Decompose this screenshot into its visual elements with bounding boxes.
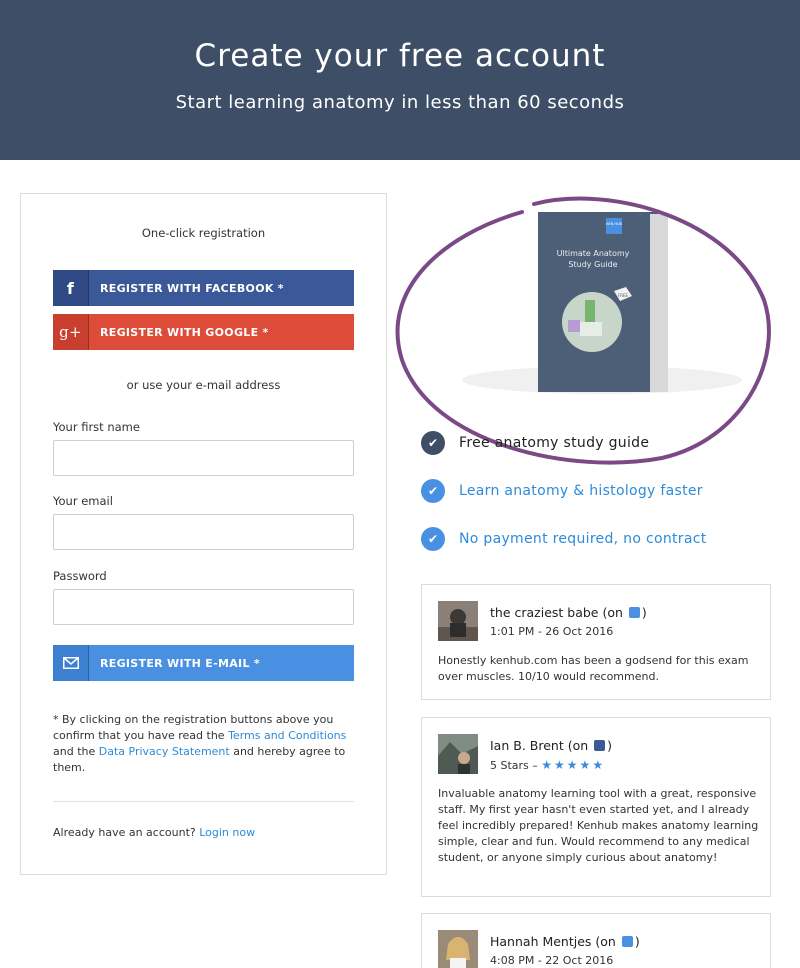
reviewer-name: Hannah Mentjes (on ) <box>490 934 640 949</box>
review-card: Hannah Mentjes (on ) 4:08 PM - 22 Oct 20… <box>421 913 771 968</box>
check-icon: ✔ <box>421 527 445 551</box>
book-title-line2: Study Guide <box>568 260 617 269</box>
password-field[interactable] <box>53 589 354 625</box>
book-brand: KEN HUB <box>606 222 622 226</box>
email-field[interactable] <box>53 514 354 550</box>
page-title: Create your free account <box>194 38 606 74</box>
register-google-button[interactable]: g+ REGISTER WITH GOOGLE * <box>53 314 354 350</box>
legal-notice: * By clicking on the registration button… <box>53 712 363 776</box>
benefit-text: Learn anatomy & histology faster <box>459 483 703 499</box>
envelope-icon <box>53 645 89 681</box>
login-link[interactable]: Login now <box>199 826 255 839</box>
twitter-icon <box>621 936 633 947</box>
book-free-badge: FREE <box>618 293 629 298</box>
review-card: Ian B. Brent (on ) 5 Stars – ★★★★★ Inval… <box>421 717 771 897</box>
already-account: Already have an account? Login now <box>53 826 255 839</box>
avatar <box>438 930 478 968</box>
review-rating: 5 Stars – ★★★★★ <box>490 758 606 772</box>
benefit-item: ✔ No payment required, no contract <box>421 527 707 551</box>
legal-and: and the <box>53 745 99 758</box>
facebook-icon <box>594 740 606 751</box>
already-text: Already have an account? <box>53 826 200 839</box>
or-use-email-label: or use your e-mail address <box>126 378 281 392</box>
google-plus-icon: g+ <box>53 314 89 350</box>
benefit-item: ✔ Free anatomy study guide <box>421 431 649 455</box>
register-facebook-label: REGISTER WITH FACEBOOK * <box>100 281 284 295</box>
review-timestamp: 1:01 PM - 26 Oct 2016 <box>490 625 614 638</box>
register-email-label: REGISTER WITH E-MAIL * <box>100 656 260 670</box>
register-google-label: REGISTER WITH GOOGLE * <box>100 325 269 339</box>
registration-card: One-click registration f REGISTER WITH F… <box>20 193 387 875</box>
benefit-item: ✔ Learn anatomy & histology faster <box>421 479 703 503</box>
review-text: Honestly kenhub.com has been a godsend f… <box>438 654 749 683</box>
reviewer-name: the craziest babe (on ) <box>490 605 647 620</box>
page-subtitle: Start learning anatomy in less than 60 s… <box>175 92 625 113</box>
register-facebook-button[interactable]: f REGISTER WITH FACEBOOK * <box>53 270 354 306</box>
password-label: Password <box>53 569 107 583</box>
register-email-button[interactable]: REGISTER WITH E-MAIL * <box>53 645 354 681</box>
twitter-icon <box>628 607 640 618</box>
check-icon: ✔ <box>421 479 445 503</box>
star-rating-icon: ★★★★★ <box>541 758 606 772</box>
reviewer-name: Ian B. Brent (on ) <box>490 738 613 753</box>
first-name-field[interactable] <box>53 440 354 476</box>
email-label: Your email <box>53 494 113 508</box>
facebook-icon: f <box>53 270 89 306</box>
check-icon: ✔ <box>421 431 445 455</box>
book-title-line1: Ultimate Anatomy <box>557 249 630 258</box>
page-header: Create your free account Start learning … <box>0 0 800 160</box>
privacy-link[interactable]: Data Privacy Statement <box>99 745 230 758</box>
review-card: the craziest babe (on ) 1:01 PM - 26 Oct… <box>421 584 771 700</box>
review-timestamp: 4:08 PM - 22 Oct 2016 <box>490 954 614 967</box>
terms-link[interactable]: Terms and Conditions <box>228 729 346 742</box>
review-text: Invaluable anatomy learning tool with a … <box>438 787 759 864</box>
benefit-text: Free anatomy study guide <box>459 435 650 451</box>
avatar <box>438 601 478 641</box>
avatar <box>438 734 478 774</box>
first-name-label: Your first name <box>53 420 140 434</box>
divider <box>53 801 354 802</box>
benefit-text: No payment required, no contract <box>459 531 707 547</box>
one-click-label: One-click registration <box>141 226 266 240</box>
